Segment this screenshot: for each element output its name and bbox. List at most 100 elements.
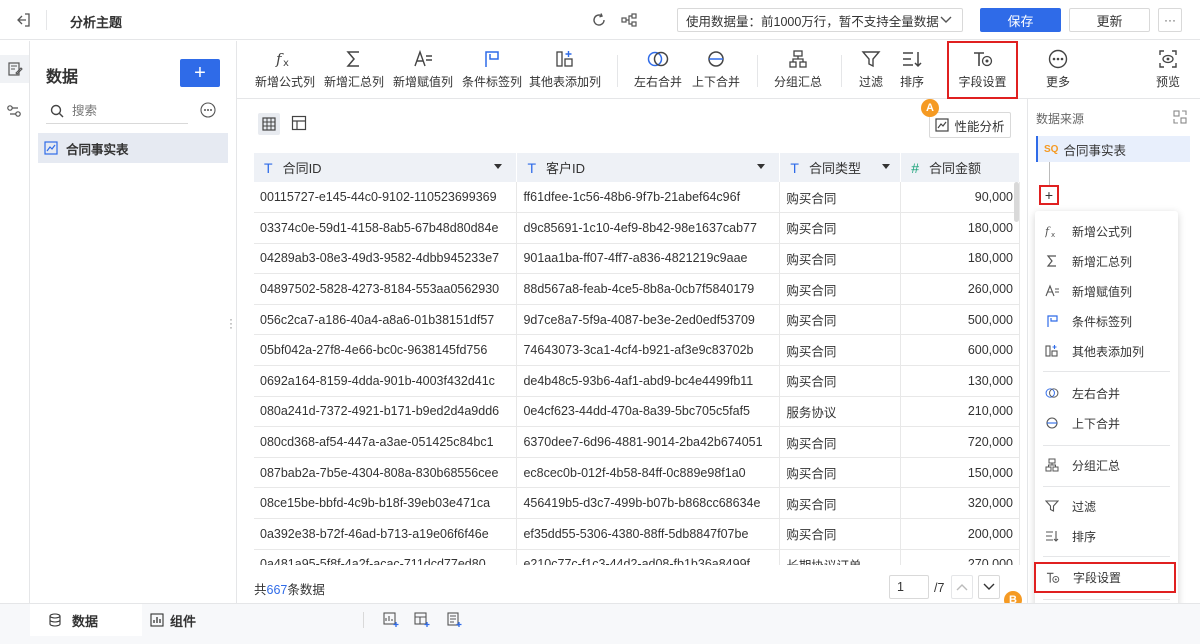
more-options-button[interactable]: ··· (1158, 8, 1182, 32)
table-cell[interactable]: 03374c0e-59d1-4158-8ab5-67b48d80d84e (254, 212, 518, 244)
next-page-button[interactable] (978, 575, 1000, 599)
data-edit-icon[interactable] (0, 55, 29, 83)
menu-item-group-summary[interactable]: 分组汇总 (1035, 450, 1178, 480)
table-row[interactable]: 03374c0e-59d1-4158-8ab5-67b48d80d84e d9c8… (254, 212, 1020, 244)
update-button[interactable]: 更新 (1069, 8, 1150, 32)
table-cell[interactable]: 720,000 (900, 426, 1020, 458)
source-node[interactable]: SQ 合同事实表 (1036, 136, 1190, 162)
table-row[interactable]: 080a241d-7372-4921-b171-b9ed2d4a9dd6 0e4c… (254, 396, 1020, 428)
toolbar-item-add-summary[interactable]: 新增汇总列 (321, 41, 387, 99)
table-cell[interactable]: 6370dee7-6d96-4881-9014-2ba42b674051 (516, 426, 781, 458)
table-cell[interactable]: 130,000 (900, 365, 1020, 397)
table-cell[interactable]: 0692a164-8159-4dda-901b-4003f432d41c (254, 365, 518, 397)
table-cell[interactable]: 购买合同 (779, 334, 902, 367)
table-cell[interactable]: 080a241d-7372-4921-b171-b9ed2d4a9dd6 (254, 396, 518, 428)
prev-page-button[interactable] (951, 575, 973, 599)
column-header[interactable]: # 合同金额 (900, 153, 1020, 182)
table-cell[interactable]: 056c2ca7-a186-40a4-a8a6-01b38151df57 (254, 304, 518, 336)
table-cell[interactable]: 90,000 (900, 182, 1020, 214)
toolbar-item-sort[interactable]: 排序 (892, 41, 932, 99)
add-data-button[interactable]: + (180, 59, 220, 87)
toolbar-item-group-summary[interactable]: 分组汇总 (769, 41, 827, 99)
table-cell[interactable]: 500,000 (900, 304, 1020, 336)
table-cell[interactable]: 087bab2a-7b5e-4304-808a-830b68556cee (254, 457, 518, 489)
menu-item-filter[interactable]: 过滤 (1035, 491, 1178, 521)
table-cell[interactable]: de4b48c5-93b6-4af1-abd9-bc4e4499fb11 (516, 365, 781, 397)
menu-item-add-summary[interactable]: 新增汇总列 (1035, 246, 1178, 276)
resize-handle[interactable]: · · · (229, 313, 233, 333)
table-cell[interactable]: 购买合同 (779, 182, 902, 214)
table-cell[interactable]: 600,000 (900, 334, 1020, 367)
data-usage-select[interactable]: 使用数据量：前1000万行，暂不支持全量数据 (677, 8, 963, 32)
table-cell[interactable]: 320,000 (900, 487, 1020, 520)
table-cell[interactable]: 购买合同 (779, 365, 902, 397)
table-cell[interactable]: ff61dfee-1c56-48b6-9f7b-21abef64c96f (516, 182, 781, 214)
table-row[interactable]: 00115727-e145-44c0-9102-110523699369 ff61… (254, 182, 1020, 214)
caret-down-icon[interactable] (757, 164, 766, 169)
table-cell[interactable]: 180,000 (900, 212, 1020, 244)
table-cell[interactable]: 购买合同 (779, 243, 902, 275)
table-row[interactable]: 08ce15be-bbfd-4c9b-b18f-39eb03e471ca 4564… (254, 487, 1020, 520)
table-cell[interactable]: e210c77c-f1c3-44d2-ad08-fb1b36a8499f (516, 549, 781, 565)
table-cell[interactable]: d9c85691-1c10-4ef9-8b42-98e1637cab77 (516, 212, 781, 244)
search-input[interactable] (72, 103, 172, 118)
toolbar-item-preview[interactable]: 预览 (1148, 41, 1188, 99)
menu-item-add-assign[interactable]: 新增赋值列 (1035, 276, 1178, 306)
table-cell[interactable]: 购买合同 (779, 304, 902, 336)
menu-item-add-from-other[interactable]: 其他表添加列 (1035, 336, 1178, 366)
table-cell[interactable]: 88d567a8-feab-4ce5-8b8a-0cb7f5840179 (516, 273, 781, 305)
scrollbar[interactable] (1014, 182, 1019, 222)
menu-item-sort[interactable]: 排序 (1035, 521, 1178, 551)
table-cell[interactable]: 服务协议 (779, 396, 902, 428)
table-row[interactable]: 0692a164-8159-4dda-901b-4003f432d41c de4b… (254, 365, 1020, 397)
table-cell[interactable]: 购买合同 (779, 457, 902, 489)
caret-down-icon[interactable] (494, 164, 503, 169)
table-cell[interactable]: 0e4cf623-44dd-470a-8a39-5bc705c5faf5 (516, 396, 781, 428)
add-report-icon[interactable] (446, 612, 462, 628)
toolbar-item-field-settings[interactable]: 字段设置 (947, 41, 1018, 99)
add-step-button[interactable]: + (1039, 185, 1059, 205)
more-icon[interactable] (200, 102, 216, 118)
search-box[interactable] (46, 98, 188, 124)
table-row[interactable]: 04289ab3-08e3-49d3-9582-4dbb945233e7 901a… (254, 243, 1020, 275)
exit-icon[interactable] (16, 12, 32, 28)
table-cell[interactable]: 00115727-e145-44c0-9102-110523699369 (254, 182, 518, 214)
table-cell[interactable]: 260,000 (900, 273, 1020, 305)
table-row[interactable]: 0a392e38-b72f-46ad-b713-a19e06f6f46e ef35… (254, 518, 1020, 550)
save-button[interactable]: 保存 (980, 8, 1061, 32)
toolbar-item-filter[interactable]: 过滤 (851, 41, 891, 99)
column-header[interactable]: T 合同ID (254, 153, 518, 182)
table-cell[interactable]: 购买合同 (779, 426, 902, 458)
add-dashboard-icon[interactable] (414, 612, 430, 628)
table-cell[interactable]: 080cd368-af54-447a-a3ae-051425c84bc1 (254, 426, 518, 458)
menu-item-field-settings[interactable]: 字段设置 (1034, 562, 1176, 593)
perf-analysis-button[interactable]: 性能分析 (929, 112, 1011, 138)
caret-down-icon[interactable] (882, 164, 891, 169)
table-cell[interactable]: 901aa1ba-ff07-4ff7-a836-4821219c9aae (516, 243, 781, 275)
table-cell[interactable]: 456419b5-d3c7-499b-b07b-b868cc68634e (516, 487, 781, 520)
menu-item-vertical-merge[interactable]: 上下合并 (1035, 408, 1178, 438)
table-cell[interactable]: 9d7ce8a7-5f9a-4087-be3e-2ed0edf53709 (516, 304, 781, 336)
lineage-icon[interactable] (621, 12, 637, 28)
column-header[interactable]: T 合同类型 (779, 153, 902, 182)
menu-item-horizontal-merge[interactable]: 左右合并 (1035, 378, 1178, 408)
table-cell[interactable]: 150,000 (900, 457, 1020, 489)
table-cell[interactable]: 200,000 (900, 518, 1020, 550)
table-row[interactable]: 056c2ca7-a186-40a4-a8a6-01b38151df57 9d7c… (254, 304, 1020, 336)
add-component-icon[interactable] (383, 612, 399, 628)
table-cell[interactable]: 0a481a95-5f8f-4a2f-acac-711dcd77ed80 (254, 549, 518, 565)
table-cell[interactable]: 180,000 (900, 243, 1020, 275)
toolbar-item-add-assign[interactable]: 新增赋值列 (390, 41, 456, 99)
table-row[interactable]: 05bf042a-27f8-4e66-bc0c-9638145fd756 7464… (254, 334, 1020, 367)
table-cell[interactable]: 05bf042a-27f8-4e66-bc0c-9638145fd756 (254, 334, 518, 367)
table-item-contract[interactable]: 合同事实表 (38, 133, 228, 163)
toolbar-item-condition-tag[interactable]: 条件标签列 (459, 41, 525, 99)
page-input[interactable]: 1 (889, 575, 929, 599)
table-row[interactable]: 080cd368-af54-447a-a3ae-051425c84bc1 6370… (254, 426, 1020, 458)
toolbar-item-more[interactable]: 更多 (1036, 41, 1080, 99)
table-cell[interactable]: 购买合同 (779, 273, 902, 305)
table-cell[interactable]: ec8cec0b-012f-4b58-84ff-0c889e98f1a0 (516, 457, 781, 489)
table-row[interactable]: 04897502-5828-4273-8184-553aa0562930 88d5… (254, 273, 1020, 305)
table-cell[interactable]: 04289ab3-08e3-49d3-9582-4dbb945233e7 (254, 243, 518, 275)
collapse-icon[interactable] (1173, 110, 1187, 124)
